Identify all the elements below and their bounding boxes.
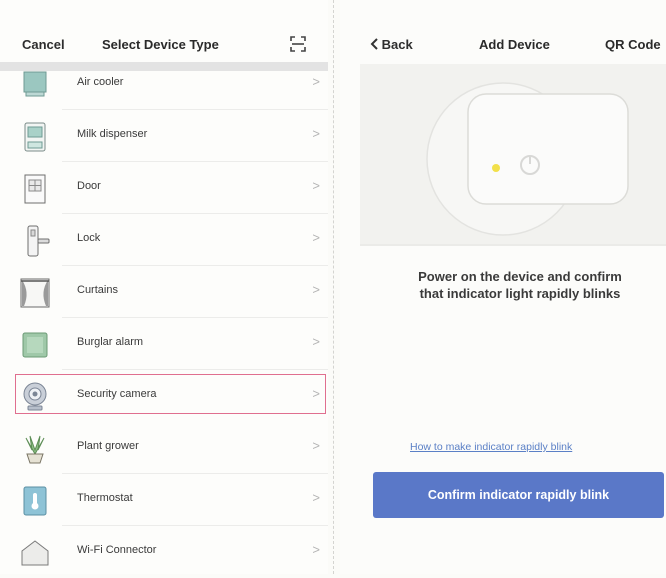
chevron-right-icon: >: [312, 438, 320, 453]
chevron-right-icon: >: [312, 230, 320, 245]
device-type-label: Door: [77, 180, 101, 192]
chevron-right-icon: >: [312, 386, 320, 401]
panel-divider: [333, 0, 334, 574]
qr-code-button[interactable]: QR Code: [605, 37, 661, 52]
chevron-right-icon: >: [312, 542, 320, 557]
device-type-label: Plant grower: [77, 440, 139, 452]
select-device-type-panel: Cancel Select Device Type Air cooler > M…: [0, 0, 328, 574]
device-type-item-plant-grower[interactable]: Plant grower >: [0, 422, 328, 474]
device-type-item-burglar-alarm[interactable]: Burglar alarm >: [0, 318, 328, 370]
help-link[interactable]: How to make indicator rapidly blink: [410, 441, 572, 453]
lock-icon: [18, 224, 52, 258]
page-title: Select Device Type: [102, 37, 219, 52]
back-label: Back: [381, 37, 413, 52]
device-type-label: Milk dispenser: [77, 128, 148, 140]
chevron-left-icon: [370, 37, 382, 52]
device-type-item-milk-dispenser[interactable]: Milk dispenser >: [0, 110, 328, 162]
select-device-header: Cancel Select Device Type: [0, 28, 328, 62]
device-type-label: Burglar alarm: [77, 336, 144, 348]
device-type-item-wifi-connector[interactable]: Wi-Fi Connector >: [0, 526, 328, 578]
device-type-label: Lock: [77, 232, 101, 244]
instruction-text: Power on the device and confirm that ind…: [370, 268, 666, 302]
selected-highlight: [15, 374, 326, 414]
wifi-connector-icon: [18, 536, 52, 570]
page-title: Add Device: [479, 37, 550, 52]
back-button[interactable]: Back: [370, 37, 413, 52]
chevron-right-icon: >: [312, 490, 320, 505]
scan-icon[interactable]: [288, 34, 308, 54]
device-type-item-lock[interactable]: Lock >: [0, 214, 328, 266]
instruction-line: that indicator light rapidly blinks: [419, 286, 621, 301]
chevron-right-icon: >: [312, 126, 320, 141]
indicator-light: [492, 164, 500, 172]
device-type-label: Air cooler: [77, 76, 124, 88]
instruction-line: Power on the device and confirm: [418, 269, 622, 284]
milk-dispenser-icon: [18, 120, 52, 154]
plant-grower-icon: [18, 432, 52, 466]
door-icon: [18, 172, 52, 206]
illustration-divider: [360, 244, 666, 246]
device-type-item-door[interactable]: Door >: [0, 162, 328, 214]
device-type-item-thermostat[interactable]: Thermostat >: [0, 474, 328, 526]
add-device-header: Back Add Device QR Code: [340, 28, 666, 62]
burglar-alarm-icon: [18, 328, 52, 362]
air-cooler-icon: [18, 68, 52, 102]
chevron-right-icon: >: [312, 178, 320, 193]
confirm-button[interactable]: Confirm indicator rapidly blink: [373, 472, 664, 518]
device-type-item-security-camera[interactable]: Security camera >: [0, 370, 328, 422]
cancel-button[interactable]: Cancel: [22, 37, 65, 52]
security-camera-icon: [18, 380, 52, 414]
device-type-label: Thermostat: [77, 492, 133, 504]
chevron-right-icon: >: [312, 282, 320, 297]
add-device-panel: Back Add Device QR Code Power on the dev…: [340, 0, 666, 574]
chevron-right-icon: >: [312, 334, 320, 349]
thermostat-icon: [18, 484, 52, 518]
device-type-label: Security camera: [77, 388, 157, 400]
device-type-label: Wi-Fi Connector: [77, 544, 157, 556]
device-type-item-curtains[interactable]: Curtains >: [0, 266, 328, 318]
device-type-item-air-cooler[interactable]: Air cooler >: [0, 58, 328, 110]
curtains-icon: [18, 276, 52, 310]
chevron-right-icon: >: [312, 74, 320, 89]
device-type-label: Curtains: [77, 284, 118, 296]
device-illustration: [360, 64, 666, 244]
